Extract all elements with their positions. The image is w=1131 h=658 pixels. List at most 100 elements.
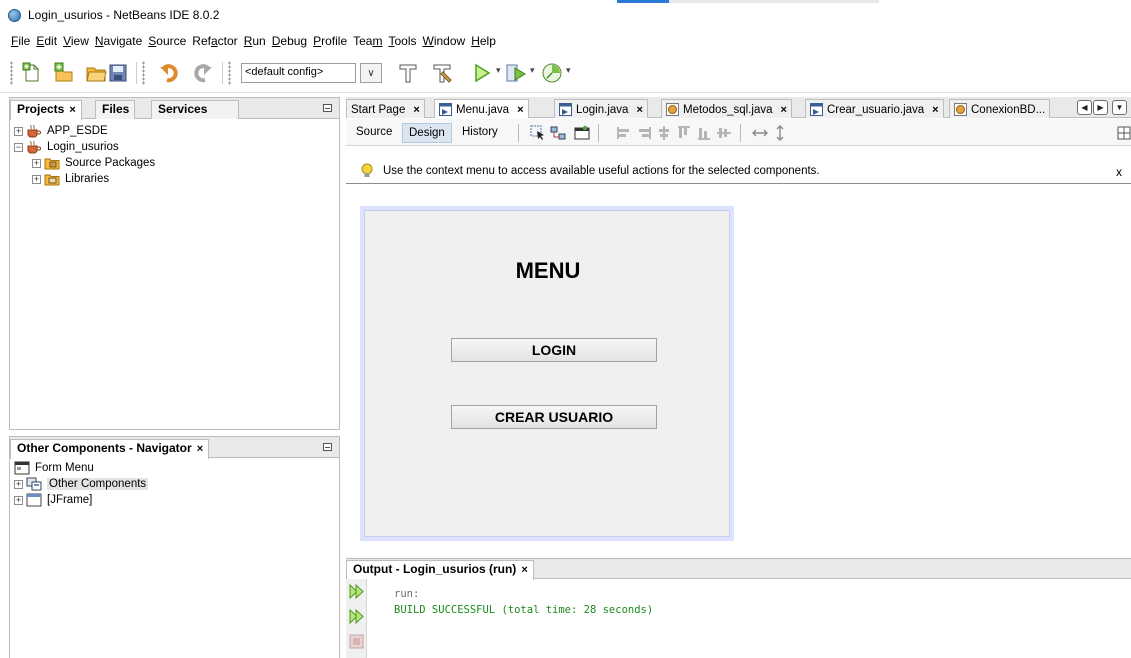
menu-item[interactable]: File (11, 34, 30, 48)
menu-item-text: a (210, 34, 218, 48)
build-icon[interactable] (430, 61, 454, 85)
debug-dropdown-icon[interactable]: ▾ (530, 65, 535, 76)
tab-menu-java[interactable]: Menu.java × (434, 99, 529, 118)
tab-start-page[interactable]: Start Page × (346, 99, 425, 118)
stop-icon[interactable] (349, 634, 364, 649)
expand-icon[interactable]: + (32, 158, 41, 168)
run-icon[interactable] (470, 61, 494, 85)
tab-navigator[interactable]: Other Components - Navigator × (10, 439, 210, 459)
configuration-select[interactable]: <default config> (241, 63, 356, 83)
tab-list-icon[interactable]: ▼ (1112, 100, 1127, 115)
menu-item[interactable]: Help (471, 34, 496, 48)
toolbar-grip[interactable] (10, 61, 13, 85)
form-title-label[interactable]: MENU (365, 258, 731, 284)
tab-metodos-sql-java[interactable]: Metodos_sql.java × (661, 99, 792, 118)
close-icon[interactable]: × (636, 104, 642, 116)
selection-mode-icon[interactable] (530, 125, 546, 141)
scroll-right-icon[interactable]: ▶ (1093, 100, 1108, 115)
resize-vertical-icon[interactable] (772, 125, 788, 141)
expand-icon[interactable]: + (32, 174, 41, 184)
run-dropdown-icon[interactable]: ▾ (496, 65, 501, 76)
align-left-icon[interactable] (616, 125, 632, 141)
login-button[interactable]: LOGIN (451, 338, 657, 362)
tab-login-java[interactable]: Login.java × (554, 99, 648, 118)
design-view-button[interactable]: Design (402, 123, 452, 143)
minimize-icon[interactable] (323, 443, 332, 451)
menu-item[interactable]: Window (423, 34, 466, 48)
tab-projects[interactable]: Projects × (10, 100, 82, 120)
menu-item[interactable]: Edit (36, 34, 57, 48)
tree-node[interactable]: + Libraries (14, 171, 334, 187)
resize-horizontal-icon[interactable] (752, 125, 768, 141)
tree-node[interactable]: − Login_usurios (14, 139, 334, 155)
close-icon[interactable]: × (197, 443, 203, 455)
tree-node[interactable]: + Source Packages (14, 155, 334, 171)
menu-item-text: m (372, 34, 383, 48)
menu-item[interactable]: Debug (272, 34, 307, 48)
redo-icon[interactable] (190, 61, 214, 85)
undo-icon[interactable] (158, 61, 182, 85)
output-panel: Output - Login_usurios (run) × run: BUILD… (346, 558, 1131, 658)
debug-icon[interactable] (504, 61, 528, 85)
menu-item-text: Tea (353, 34, 373, 48)
tree-node[interactable]: Form Menu (14, 460, 334, 476)
close-icon[interactable]: × (932, 104, 938, 116)
save-all-icon[interactable] (106, 61, 130, 85)
open-project-icon[interactable] (84, 61, 108, 85)
menu-item[interactable]: Navigate (95, 34, 142, 48)
expand-icon[interactable]: + (14, 479, 23, 489)
close-icon[interactable]: × (413, 104, 419, 116)
tree-node[interactable]: + [JFrame] (14, 492, 334, 508)
tab-crear-usuario-java[interactable]: Crear_usuario.java × (805, 99, 944, 118)
source-view-button[interactable]: Source (350, 123, 398, 143)
rerun-with-parameters-icon[interactable] (349, 609, 364, 624)
align-right-icon[interactable] (636, 125, 652, 141)
menu-item[interactable]: Run (244, 34, 266, 48)
tab-output[interactable]: Output - Login_usurios (run) × (346, 560, 534, 580)
menu-item[interactable]: Team (353, 34, 382, 48)
profile-dropdown-icon[interactable]: ▾ (566, 65, 571, 76)
new-file-icon[interactable] (20, 61, 44, 85)
toolbar-grip[interactable] (142, 61, 145, 85)
history-view-button[interactable]: History (456, 123, 504, 143)
profile-icon[interactable] (540, 61, 564, 85)
tree-node-label: Other Components (47, 478, 149, 490)
tab-services[interactable]: Services (151, 100, 239, 119)
clean-build-icon[interactable] (396, 61, 420, 85)
tab-files[interactable]: Files (95, 100, 136, 119)
close-icon[interactable]: × (781, 104, 787, 116)
menu-item-text: un (252, 34, 266, 48)
menu-item[interactable]: Source (148, 34, 186, 48)
palette-toggle-icon[interactable] (1116, 125, 1131, 141)
align-top-icon[interactable] (676, 125, 692, 141)
crear-usuario-button[interactable]: CREAR USUARIO (451, 405, 657, 429)
align-bottom-icon[interactable] (696, 125, 712, 141)
connection-mode-icon[interactable] (550, 125, 566, 141)
expand-icon[interactable]: + (14, 495, 23, 505)
menu-item[interactable]: View (63, 34, 89, 48)
rerun-icon[interactable] (349, 584, 364, 599)
new-project-icon[interactable] (52, 61, 76, 85)
close-icon[interactable]: × (521, 564, 527, 576)
collapse-icon[interactable]: − (14, 142, 23, 152)
close-icon[interactable]: × (69, 104, 75, 116)
menu-item[interactable]: Tools (388, 34, 416, 48)
jframe-form[interactable]: MENU LOGIN CREAR USUARIO (360, 206, 734, 541)
close-hint-button[interactable]: x (1116, 165, 1122, 179)
center-vertically-icon[interactable] (716, 125, 732, 141)
tree-node[interactable]: + Other Components (14, 476, 334, 492)
scroll-left-icon[interactable]: ◀ (1077, 100, 1092, 115)
output-console[interactable]: run: BUILD SUCCESSFUL (total time: 28 se… (394, 586, 653, 618)
close-icon[interactable]: × (517, 104, 523, 116)
tree-node[interactable]: + APP_ESDE (14, 123, 334, 139)
center-horizontally-icon[interactable] (656, 125, 672, 141)
preview-design-icon[interactable] (574, 125, 590, 141)
chevron-down-icon[interactable]: ∨ (360, 63, 382, 83)
toolbar-grip[interactable] (228, 61, 231, 85)
menu-item[interactable]: Refactor (192, 34, 237, 48)
minimize-icon[interactable] (323, 104, 332, 112)
tab-label: ConexionBD... (971, 103, 1046, 116)
tab-conexionbd[interactable]: ConexionBD... (949, 99, 1051, 118)
menu-item[interactable]: Profile (313, 34, 347, 48)
expand-icon[interactable]: + (14, 126, 23, 136)
